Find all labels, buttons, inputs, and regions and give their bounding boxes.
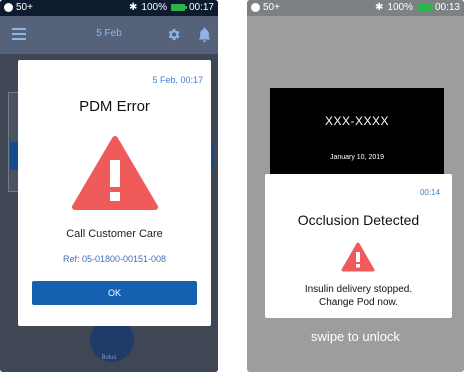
- bolus-label: Bolus: [101, 355, 117, 361]
- status-bar: 50+ ✱ 100% 00:17: [0, 0, 218, 16]
- bluetooth-icon: ✱: [129, 2, 138, 13]
- battery-percent: 100%: [141, 2, 167, 13]
- notification-time: 00:14: [419, 188, 440, 197]
- app-header: 5 Feb: [0, 16, 218, 54]
- battery-percent: 100%: [387, 2, 413, 13]
- occlusion-notification[interactable]: 00:14 Occlusion Detected Insulin deliver…: [265, 174, 452, 318]
- status-right: ✱ 100% 00:13: [375, 2, 460, 13]
- lock-info-panel: XXX-XXXX January 10, 2019: [270, 88, 444, 176]
- background-bar-left: [10, 142, 18, 170]
- signal-icon: [4, 3, 13, 12]
- battery-icon: [170, 4, 187, 11]
- notification-line-1: Insulin delivery stopped.: [304, 284, 413, 295]
- pdm-screen: 50+ ✱ 100% 00:17 5 Feb Bolus 5 Feb, 00:1…: [0, 0, 218, 372]
- status-right: ✱ 100% 00:17: [129, 2, 214, 13]
- dialog-message: Call Customer Care: [66, 228, 163, 240]
- bluetooth-icon: ✱: [375, 2, 384, 13]
- screenshot-root: 50+ ✱ 100% 00:17 5 Feb Bolus 5 Feb, 00:1…: [0, 0, 464, 372]
- warning-icon: [341, 242, 375, 272]
- swipe-to-unlock[interactable]: swipe to unlock: [247, 329, 464, 344]
- notification-title: Occlusion Detected: [297, 212, 420, 228]
- status-time: 00:17: [188, 2, 214, 13]
- notification-line-2: Change Pod now.: [319, 297, 398, 308]
- lock-screen: 50+ ✱ 100% 00:13 XXX-XXXX January 10, 20…: [247, 0, 464, 372]
- gear-icon[interactable]: [166, 27, 181, 42]
- signal-label: 50+: [16, 2, 33, 13]
- status-left: 50+: [4, 2, 33, 13]
- dialog-timestamp: 5 Feb, 00:17: [152, 75, 203, 85]
- warning-icon: [72, 136, 158, 210]
- signal-icon: [251, 3, 260, 12]
- lock-phone-number: XXX-XXXX: [324, 114, 390, 128]
- dialog-reference: Ref: 05-01800-00151-008: [62, 254, 167, 264]
- header-date: 5 Feb: [96, 28, 122, 39]
- battery-icon: [416, 4, 433, 11]
- lock-date: January 10, 2019: [329, 154, 385, 161]
- status-bar: 50+ ✱ 100% 00:13: [247, 0, 464, 16]
- status-time: 00:13: [434, 2, 460, 13]
- signal-label: 50+: [263, 2, 280, 13]
- dialog-title: PDM Error: [79, 98, 150, 115]
- status-left: 50+: [251, 2, 280, 13]
- bell-icon[interactable]: [198, 27, 211, 42]
- pdm-error-dialog: 5 Feb, 00:17 PDM Error Call Customer Car…: [18, 60, 211, 326]
- ok-button[interactable]: OK: [32, 281, 197, 305]
